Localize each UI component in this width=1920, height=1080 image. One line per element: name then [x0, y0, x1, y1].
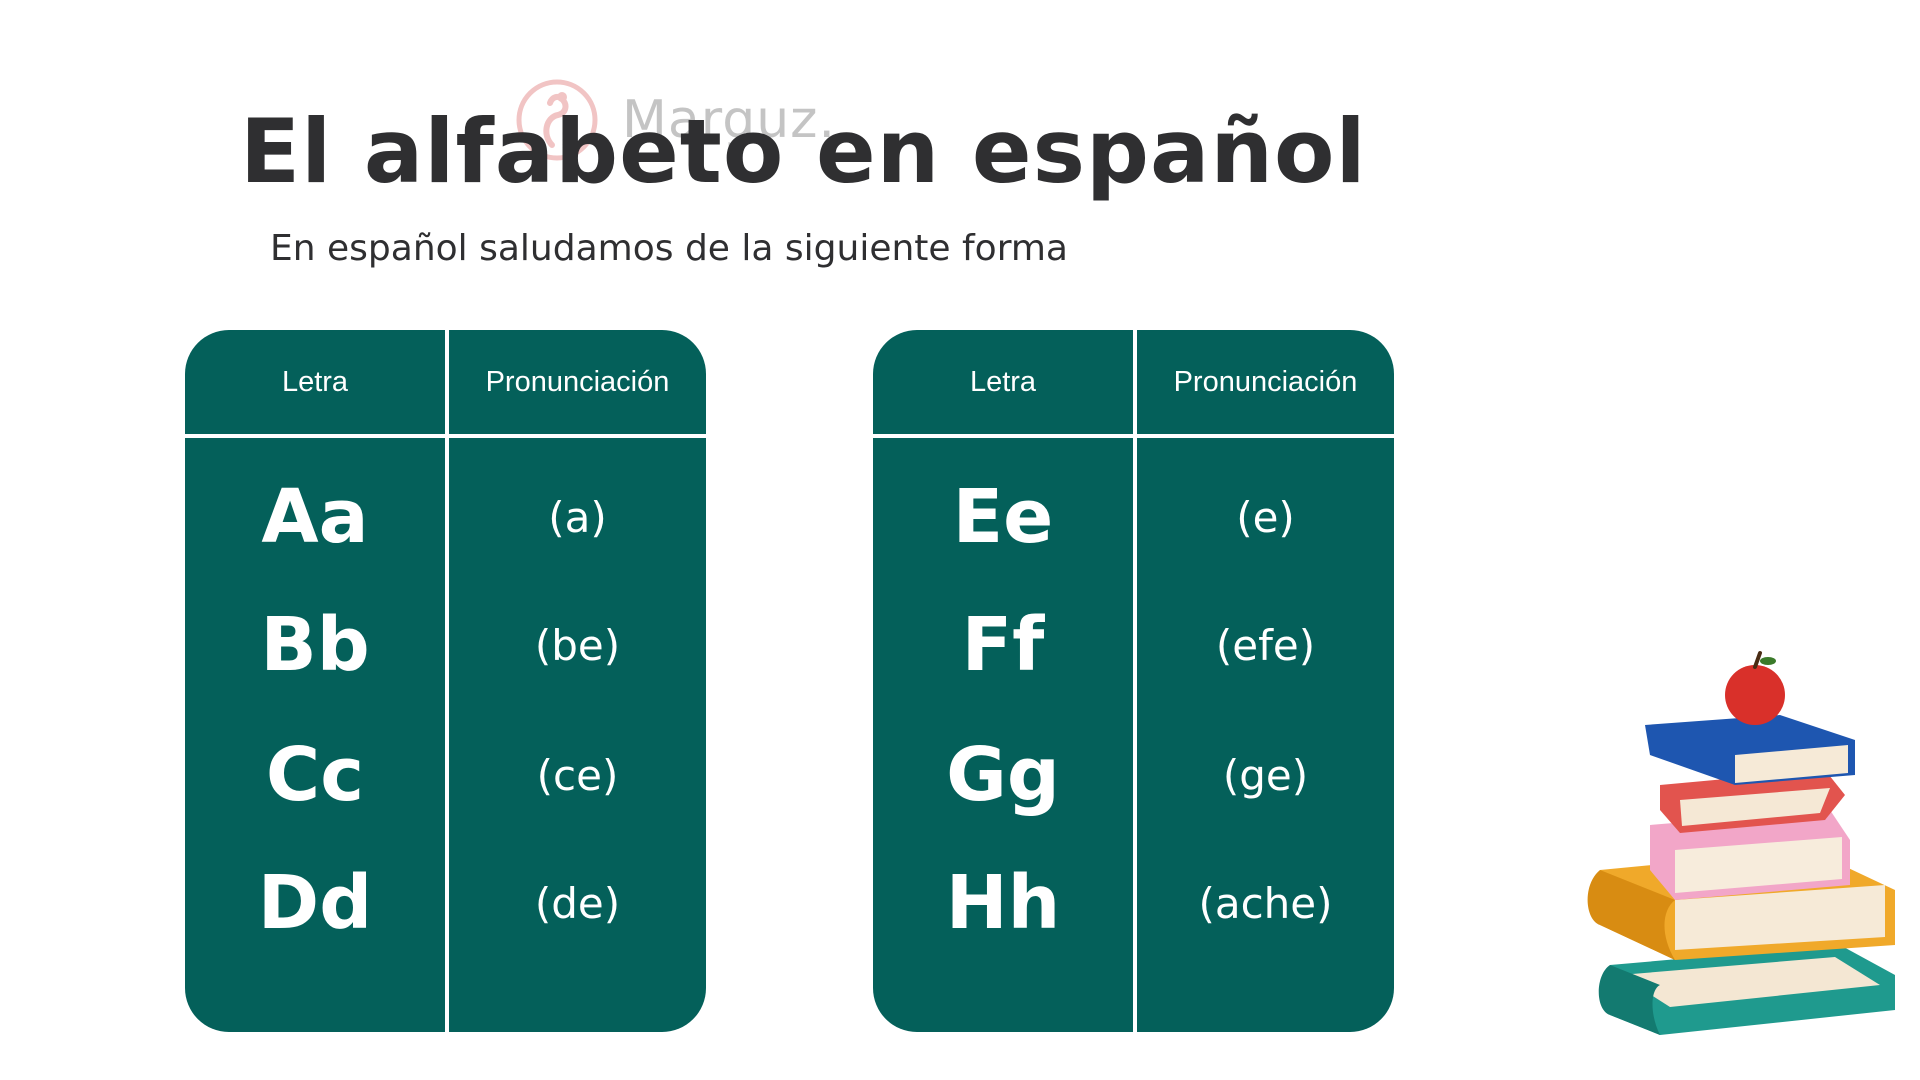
pronunciation-cell: (be)	[534, 620, 621, 670]
table-row: Aa (a)	[185, 452, 706, 582]
page-title: El alfabeto en español	[240, 100, 1367, 203]
pronunciation-cell: (ache)	[1198, 878, 1333, 928]
pronunciation-cell: (de)	[534, 878, 621, 928]
letter-cell: Hh	[945, 860, 1061, 946]
header-letter: Letra	[281, 365, 349, 398]
header-pronunciation: Pronunciación	[485, 365, 670, 398]
alphabet-table-1: Letra Pronunciación Aa (a) Bb (be) Cc (c…	[185, 330, 706, 1032]
pronunciation-cell: (a)	[548, 492, 607, 542]
pronunciation-cell: (e)	[1236, 492, 1295, 542]
header-letter: Letra	[969, 365, 1037, 398]
apple-icon	[1725, 651, 1785, 725]
alphabet-table-2: Letra Pronunciación Ee (e) Ff (efe) Gg (…	[873, 330, 1394, 1032]
table-row: Dd (de)	[185, 838, 706, 968]
table-row: Cc (ce)	[185, 710, 706, 840]
table-row: Bb (be)	[185, 580, 706, 710]
letter-cell: Dd	[257, 860, 373, 946]
page-subtitle: En español saludamos de la siguiente for…	[270, 228, 1068, 269]
pronunciation-cell: (efe)	[1215, 620, 1316, 670]
table-row: Gg (ge)	[873, 710, 1394, 840]
letter-cell: Bb	[260, 602, 370, 688]
pronunciation-cell: (ge)	[1222, 750, 1309, 800]
header-pronunciation: Pronunciación	[1173, 365, 1358, 398]
letter-cell: Ff	[961, 602, 1045, 688]
blue-book-icon	[1645, 715, 1855, 785]
header-divider	[873, 434, 1394, 438]
letter-cell: Ee	[952, 474, 1054, 560]
pronunciation-cell: (ce)	[536, 750, 619, 800]
table-row: Ff (efe)	[873, 580, 1394, 710]
header-divider	[185, 434, 706, 438]
letter-cell: Cc	[265, 732, 365, 818]
teal-book-icon	[1598, 945, 1895, 1035]
book-stack-with-apple-icon	[1587, 651, 1895, 1035]
table-row: Hh (ache)	[873, 838, 1394, 968]
table-row: Ee (e)	[873, 452, 1394, 582]
letter-cell: Gg	[946, 732, 1060, 818]
letter-cell: Aa	[261, 474, 369, 560]
